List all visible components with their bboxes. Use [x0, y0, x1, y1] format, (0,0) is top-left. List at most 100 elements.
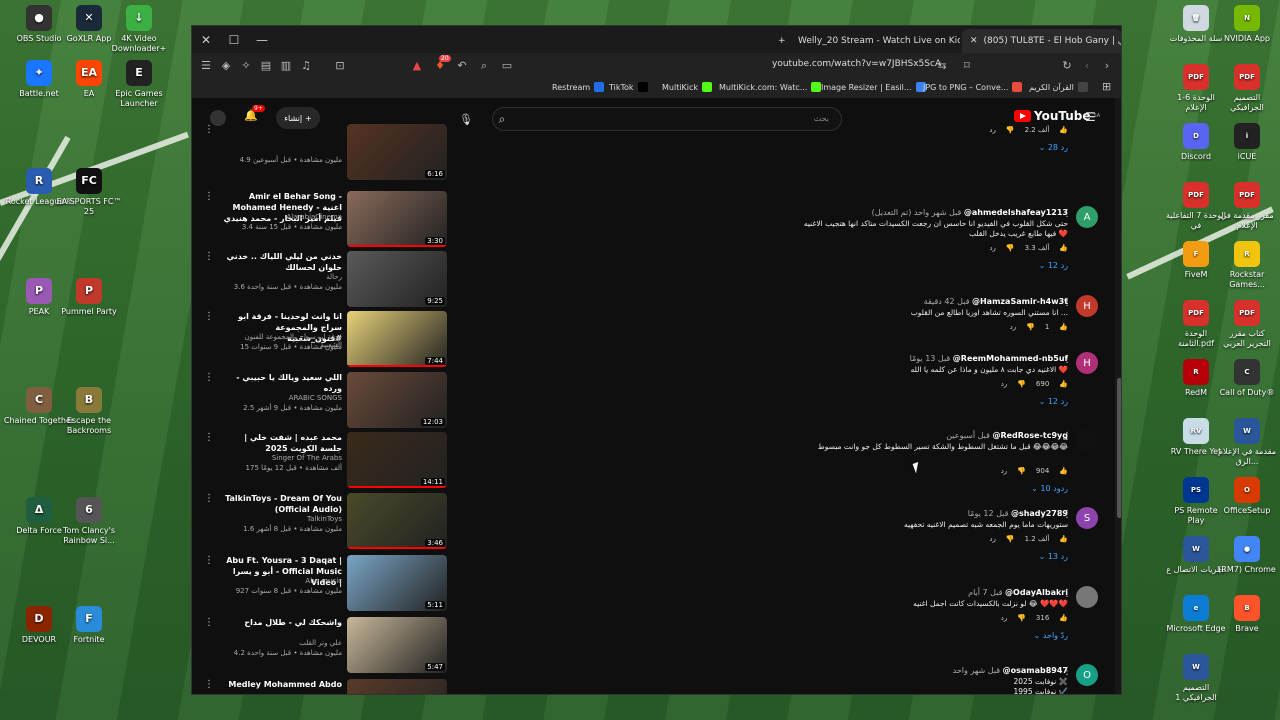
bookmark-item[interactable]: Image Resizer | Easil...	[821, 82, 926, 92]
menu-icon[interactable]: ☰	[196, 56, 216, 76]
search-icon[interactable]: ⌕	[474, 56, 494, 76]
guide-menu-icon[interactable]: ☰	[1085, 110, 1096, 124]
commenter-name[interactable]: @osamab8947	[1003, 666, 1068, 675]
desktop-shortcut[interactable]: F Fortnite	[52, 606, 126, 645]
desktop-shortcut[interactable]: W التصميم الجرافيكي 1	[1166, 654, 1226, 703]
more-options-icon[interactable]: ⋮	[204, 251, 214, 262]
dislike-icon[interactable]: 👎	[1017, 467, 1026, 475]
desktop-shortcut[interactable]: P Pummel Party	[52, 278, 126, 317]
screenshot-icon[interactable]: ▭	[497, 56, 517, 76]
recommended-video[interactable]: ⋮ TalkinToys - Dream Of You (Official Au…	[202, 493, 447, 553]
warning-icon[interactable]: ▲	[407, 56, 427, 76]
back-icon[interactable]: ‹	[1077, 56, 1097, 76]
commenter-name[interactable]: @RedRose-tc9yg	[992, 431, 1068, 440]
pin-icon[interactable]: ✧	[236, 56, 256, 76]
reload-icon[interactable]: ↻	[1057, 56, 1077, 76]
reply-button[interactable]: رد	[989, 126, 996, 134]
comment-time[interactable]: قبل 7 أيام	[968, 588, 1002, 597]
commenter-avatar[interactable]: H	[1076, 352, 1098, 374]
forward-icon[interactable]: ›	[1097, 56, 1117, 76]
desktop-shortcut[interactable]: E Epic Games Launcher	[102, 60, 176, 109]
video-title[interactable]: اللي سعيد ويالك يا حبيبي - ورده	[222, 372, 342, 394]
commenter-avatar[interactable]: A	[1076, 206, 1098, 228]
commenter-name[interactable]: @ahmedelshafeay1213	[964, 208, 1068, 217]
video-title[interactable]: محمد عبده | شفت خلي | جلسة الكويت 2025	[222, 432, 342, 454]
video-title[interactable]: خدني من ليلي اللياك .. خدني حلوان لحسالك	[222, 251, 342, 273]
comment-time[interactable]: قبل أسبوعين	[946, 431, 990, 440]
desktop-shortcut[interactable]: ↓ 4K Video Downloader+	[102, 5, 176, 54]
commenter-name[interactable]: @HamzaSamir-h4w3t	[972, 297, 1068, 306]
reply-button[interactable]: رد	[989, 244, 996, 252]
video-thumbnail[interactable]: 12:03	[347, 372, 447, 428]
scrollbar-thumb[interactable]	[1117, 378, 1121, 518]
search-input[interactable]: بحث	[492, 107, 842, 131]
video-thumbnail[interactable]: 14:11	[347, 432, 447, 488]
like-icon[interactable]: 👍	[1059, 126, 1068, 134]
close-window-icon[interactable]: ✕	[192, 26, 220, 53]
video-thumbnail[interactable]	[347, 679, 447, 694]
reply-button[interactable]: رد	[989, 535, 996, 543]
desktop-shortcut[interactable]: B Brave	[1217, 595, 1277, 634]
channel-name[interactable]: علي وتر القلب	[222, 639, 342, 647]
desktop-shortcut[interactable]: PDF مقرر مقدمة في الإعلام	[1217, 182, 1277, 231]
desktop-shortcut[interactable]: O OfficeSetup	[1217, 477, 1277, 516]
desktop-shortcut[interactable]: PDF كتاب مقرر التحرير العربي	[1217, 300, 1277, 349]
reply-button[interactable]: رد	[1010, 323, 1017, 331]
commenter-avatar[interactable]: O	[1076, 664, 1098, 686]
video-thumbnail[interactable]: 7:44	[347, 311, 447, 367]
tab-youtube[interactable]: ✕ (805) TUL8TE - El Hob Gany | الحب جاني	[962, 29, 1121, 53]
channel-name[interactable]: TalkinToys	[222, 515, 342, 523]
back-history-icon[interactable]: ↶	[452, 56, 472, 76]
channel-name[interactable]: Singer Of The Arabs	[222, 454, 342, 462]
more-options-icon[interactable]: ⋮	[204, 432, 214, 443]
channel-name[interactable]: ARABIC SONGS	[222, 394, 342, 402]
more-options-icon[interactable]: ⋮	[204, 493, 214, 504]
maximize-icon[interactable]: ☐	[220, 26, 248, 53]
dislike-icon[interactable]: 👎	[1006, 126, 1015, 134]
recommended-video[interactable]: ⋮ واشحكك لي - طلال مداح علي وتر القلب 4.…	[202, 617, 447, 677]
video-thumbnail[interactable]: 5:47	[347, 617, 447, 673]
bookmark-item[interactable]: القرآن الكريم	[1029, 82, 1088, 92]
bookmark-item[interactable]: JPG to PNG – Conve...	[923, 82, 1023, 92]
recommended-video[interactable]: ⋮ 4.9 مليون مشاهدة • قبل أسبوعين 6:16	[202, 124, 447, 184]
video-title[interactable]: واشحكك لي - طلال مداح	[222, 617, 342, 628]
recommended-video[interactable]: ⋮ انا وانت لوحدينا - فرقة ابو سراج والمج…	[202, 311, 447, 371]
desktop-shortcut[interactable]: N NVIDIA App	[1217, 5, 1277, 44]
reply-button[interactable]: رد	[1001, 467, 1008, 475]
comment-menu-icon[interactable]: ⋮	[1062, 297, 1072, 308]
like-icon[interactable]: 👍	[1059, 614, 1068, 622]
dislike-icon[interactable]: 👎	[1017, 380, 1026, 388]
channel-name[interactable]: Abu music	[222, 577, 342, 585]
comment-time[interactable]: قبل شهر واحد	[953, 666, 1000, 675]
channel-name[interactable]: رحالة	[222, 273, 342, 281]
sidebar-icon[interactable]: ▥	[276, 56, 296, 76]
minimize-icon[interactable]: —	[248, 26, 276, 53]
desktop-shortcut[interactable]: W مقدمة في الإعلام الرق...	[1217, 418, 1277, 467]
close-tab-icon[interactable]: ✕	[970, 36, 978, 46]
search-button-icon[interactable]: ⌕	[489, 107, 515, 131]
commenter-avatar[interactable]: H	[1076, 295, 1098, 317]
video-thumbnail[interactable]: 6:16	[347, 124, 447, 180]
like-icon[interactable]: 👍	[1059, 244, 1068, 252]
comment-menu-icon[interactable]: ⋮	[1062, 208, 1072, 219]
more-options-icon[interactable]: ⋮	[204, 679, 214, 690]
bookmark-item[interactable]: Restream	[552, 82, 605, 92]
desktop-shortcut[interactable]: ● (RM7) Chrome	[1217, 536, 1277, 575]
comment-menu-icon[interactable]: ⋮	[1062, 431, 1072, 442]
commenter-name[interactable]: @OdayAlbakri	[1005, 588, 1068, 597]
comment-menu-icon[interactable]: ⋮	[1062, 354, 1072, 365]
video-thumbnail[interactable]: 3:30	[347, 191, 447, 247]
comment-time[interactable]: قبل 13 يومًا	[910, 354, 951, 363]
recommended-video[interactable]: ⋮ Medley Mohammed Abdo Release - Topic 4…	[202, 679, 447, 694]
like-icon[interactable]: 👍	[1059, 380, 1068, 388]
dislike-icon[interactable]: 👎	[1017, 614, 1026, 622]
desktop-shortcut[interactable]: R Rockstar Games...	[1217, 241, 1277, 290]
comment-menu-icon[interactable]: ⋮	[1062, 666, 1072, 677]
bookmark-item[interactable]: MultiKick	[662, 82, 713, 92]
commenter-avatar[interactable]	[1076, 586, 1098, 608]
extensions-icon[interactable]: ⊡	[330, 56, 350, 76]
recommended-video[interactable]: ⋮ خدني من ليلي اللياك .. خدني حلوان لحسا…	[202, 251, 447, 311]
view-replies-button[interactable]: ⌄ 12 رد	[1039, 261, 1068, 270]
reply-button[interactable]: رد	[1001, 380, 1008, 388]
comment-menu-icon[interactable]: ⋮	[1062, 509, 1072, 520]
